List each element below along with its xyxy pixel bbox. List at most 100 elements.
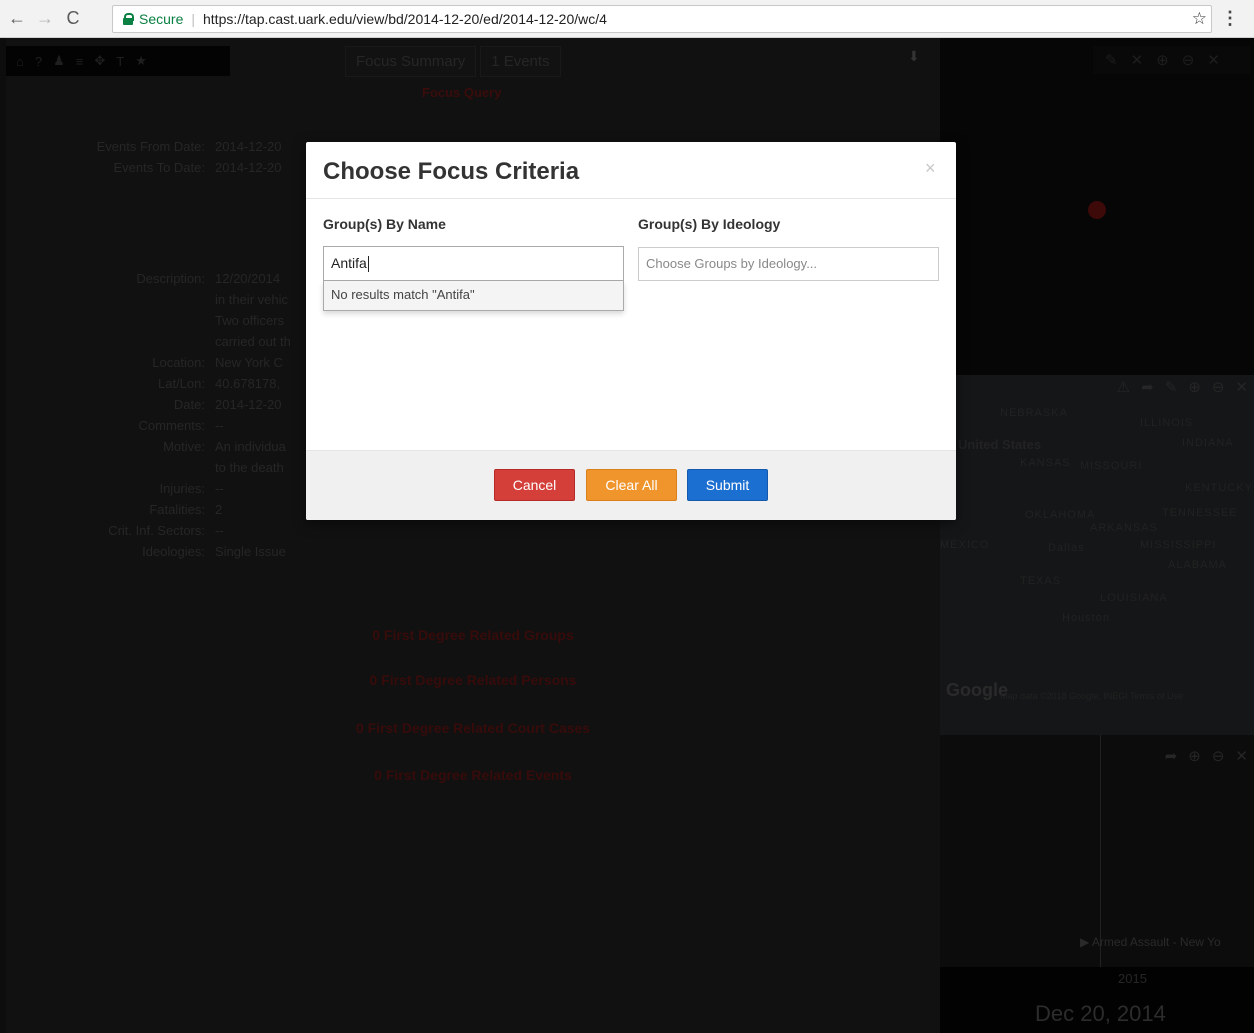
map-label: Dallas (1048, 542, 1085, 554)
star-icon: ★ (135, 53, 147, 68)
tab-events: 1 Events (480, 46, 561, 77)
map-label: MISSISSIPPI (1140, 539, 1217, 551)
field-value: -- (215, 523, 224, 538)
share-icon: ➦ (1141, 379, 1154, 396)
zoom-out-icon: ⊖ (1181, 52, 1195, 69)
shuffle-icon: ✕ (1130, 52, 1144, 69)
back-icon[interactable]: ← (6, 8, 28, 30)
timeline-year: 2015 (1118, 971, 1147, 986)
map-tools: ⚠ ➦ ✎ ⊕ ⊖ ✕ (1117, 378, 1248, 396)
field-value: 2014-12-20 (215, 397, 282, 412)
related-court-cases: 0 First Degree Related Court Cases (355, 720, 591, 736)
field-value: 12/20/2014 (215, 271, 281, 286)
url-text[interactable]: https://tap.cast.uark.edu/view/bd/2014-1… (203, 11, 607, 27)
field-label: Comments: (138, 418, 205, 433)
list-icon: ≡ (75, 53, 84, 69)
help-icon: ? (34, 53, 43, 69)
field-value: 2 (215, 502, 223, 517)
address-bar[interactable]: Secure | https://tap.cast.uark.edu/view/… (112, 5, 1212, 33)
map-label: ARKANSAS (1090, 522, 1158, 534)
bookmark-star-icon[interactable]: ☆ (1192, 9, 1207, 29)
related-groups: 0 First Degree Related Groups (372, 627, 574, 643)
clear-all-button[interactable]: Clear All (586, 469, 677, 501)
field-value: Single Issue (215, 544, 286, 559)
by-name-label: Group(s) By Name (323, 216, 446, 232)
app-toolbar: ⌂ ? ♟ ≡ ✥ T ★ (6, 46, 230, 76)
map-panel: ⚠ ➦ ✎ ⊕ ⊖ ✕ NEBRASKA ILLINOIS United State… (940, 375, 1254, 735)
map-label: KENTUCKY (1185, 482, 1253, 494)
cancel-button[interactable]: Cancel (494, 469, 575, 501)
address-separator: | (191, 11, 195, 27)
field-value: 2014-12-20 (215, 160, 282, 175)
chart-tools: ✎ ✕ ⊕ ⊖ ✕ (1093, 46, 1250, 74)
map-label: ILLINOIS (1140, 417, 1194, 429)
google-logo: Google (946, 680, 1008, 700)
no-results-dropdown: No results match "Antifa" (323, 281, 624, 311)
reload-icon[interactable]: C (62, 8, 84, 30)
zoom-in-icon: ⊕ (1156, 52, 1169, 69)
timeline-event: ▶ Armed Assault - New Yo (1080, 935, 1221, 949)
field-label: Description: (136, 271, 205, 286)
group-name-value: Antifa (331, 255, 367, 271)
dialog-footer: Cancel Clear All Submit (306, 450, 956, 520)
warning-icon: ⚠ (1116, 379, 1131, 396)
close-icon[interactable]: × (925, 158, 936, 179)
lock-icon (123, 13, 134, 25)
share-icon: ➦ (1164, 748, 1178, 765)
field-label: Motive: (163, 439, 205, 454)
timeline-marker-line (1100, 735, 1101, 967)
focus-query-heading: Focus Query (422, 85, 502, 100)
field-value: -- (215, 418, 224, 433)
close-icon: ✕ (1235, 379, 1248, 396)
field-label: Events From Date: (96, 139, 205, 154)
related-events: 0 First Degree Related Events (374, 767, 572, 783)
map-label: LOUISIANA (1100, 592, 1168, 604)
map-label: INDIANA (1182, 437, 1234, 449)
timeline-date: Dec 20, 2014 (1035, 1001, 1166, 1026)
field-label: Fatalities: (149, 502, 205, 517)
field-value: Two officers (215, 313, 285, 328)
timeline-panel: ➦ ⊕ ⊖ ✕ ▶ Armed Assault - New Yo (940, 735, 1254, 967)
event-marker (1088, 201, 1106, 219)
timeline-tools: ➦ ⊕ ⊖ ✕ (1165, 747, 1248, 765)
map-attribution: Map data ©2018 Google, INEGI Terms of Us… (1000, 691, 1184, 701)
dialog-header: Choose Focus Criteria × (306, 142, 956, 199)
dialog-title: Choose Focus Criteria (323, 158, 580, 185)
timeline-date-bar: 2015 Dec 20, 2014 (940, 967, 1254, 1033)
map-label: MEXICO (940, 539, 990, 551)
browser-toolbar: ← → C Secure | https://tap.cast.uark.edu… (0, 0, 1254, 38)
pencil-icon: ✎ (1105, 52, 1118, 69)
field-label: Lat/Lon: (158, 376, 205, 391)
group-name-input[interactable]: Antifa (323, 246, 624, 281)
text-caret (367, 256, 369, 273)
field-value: carried out th (215, 334, 291, 349)
pencil-icon: ✎ (1164, 379, 1178, 396)
submit-button[interactable]: Submit (687, 469, 768, 501)
ideology-input[interactable]: Choose Groups by Ideology... (638, 247, 939, 281)
zoom-out-icon: ⊖ (1211, 379, 1225, 396)
field-value: An individua (215, 439, 286, 454)
related-persons: 0 First Degree Related Persons (369, 672, 577, 688)
close-icon: ✕ (1207, 52, 1220, 69)
map-label: United States (958, 437, 1042, 452)
secure-label: Secure (139, 11, 184, 27)
field-value: to the death (215, 460, 284, 475)
field-value: 2014-12-20 (215, 139, 282, 154)
field-value: 40.678178, (215, 376, 281, 391)
map-label: TENNESSEE (1162, 507, 1238, 519)
forward-icon[interactable]: → (34, 8, 56, 30)
choose-focus-criteria-dialog: Choose Focus Criteria × Group(s) By Name… (306, 142, 956, 520)
field-label: Crit. Inf. Sectors: (108, 523, 205, 538)
home-icon: ⌂ (16, 53, 24, 69)
zoom-in-icon: ⊕ (1188, 379, 1201, 396)
map-label: OKLAHOMA (1025, 509, 1096, 521)
map-label: TEXAS (1020, 575, 1062, 587)
field-value: New York C (215, 355, 283, 370)
by-ideology-label: Group(s) By Ideology (638, 216, 781, 232)
map-label: MISSOURI (1080, 460, 1143, 472)
browser-menu-icon[interactable]: ⋮ (1221, 8, 1239, 29)
text-icon: T (116, 53, 125, 69)
move-icon: ✥ (94, 53, 106, 68)
field-value: -- (215, 481, 224, 496)
zoom-in-icon: ⊕ (1188, 748, 1201, 765)
